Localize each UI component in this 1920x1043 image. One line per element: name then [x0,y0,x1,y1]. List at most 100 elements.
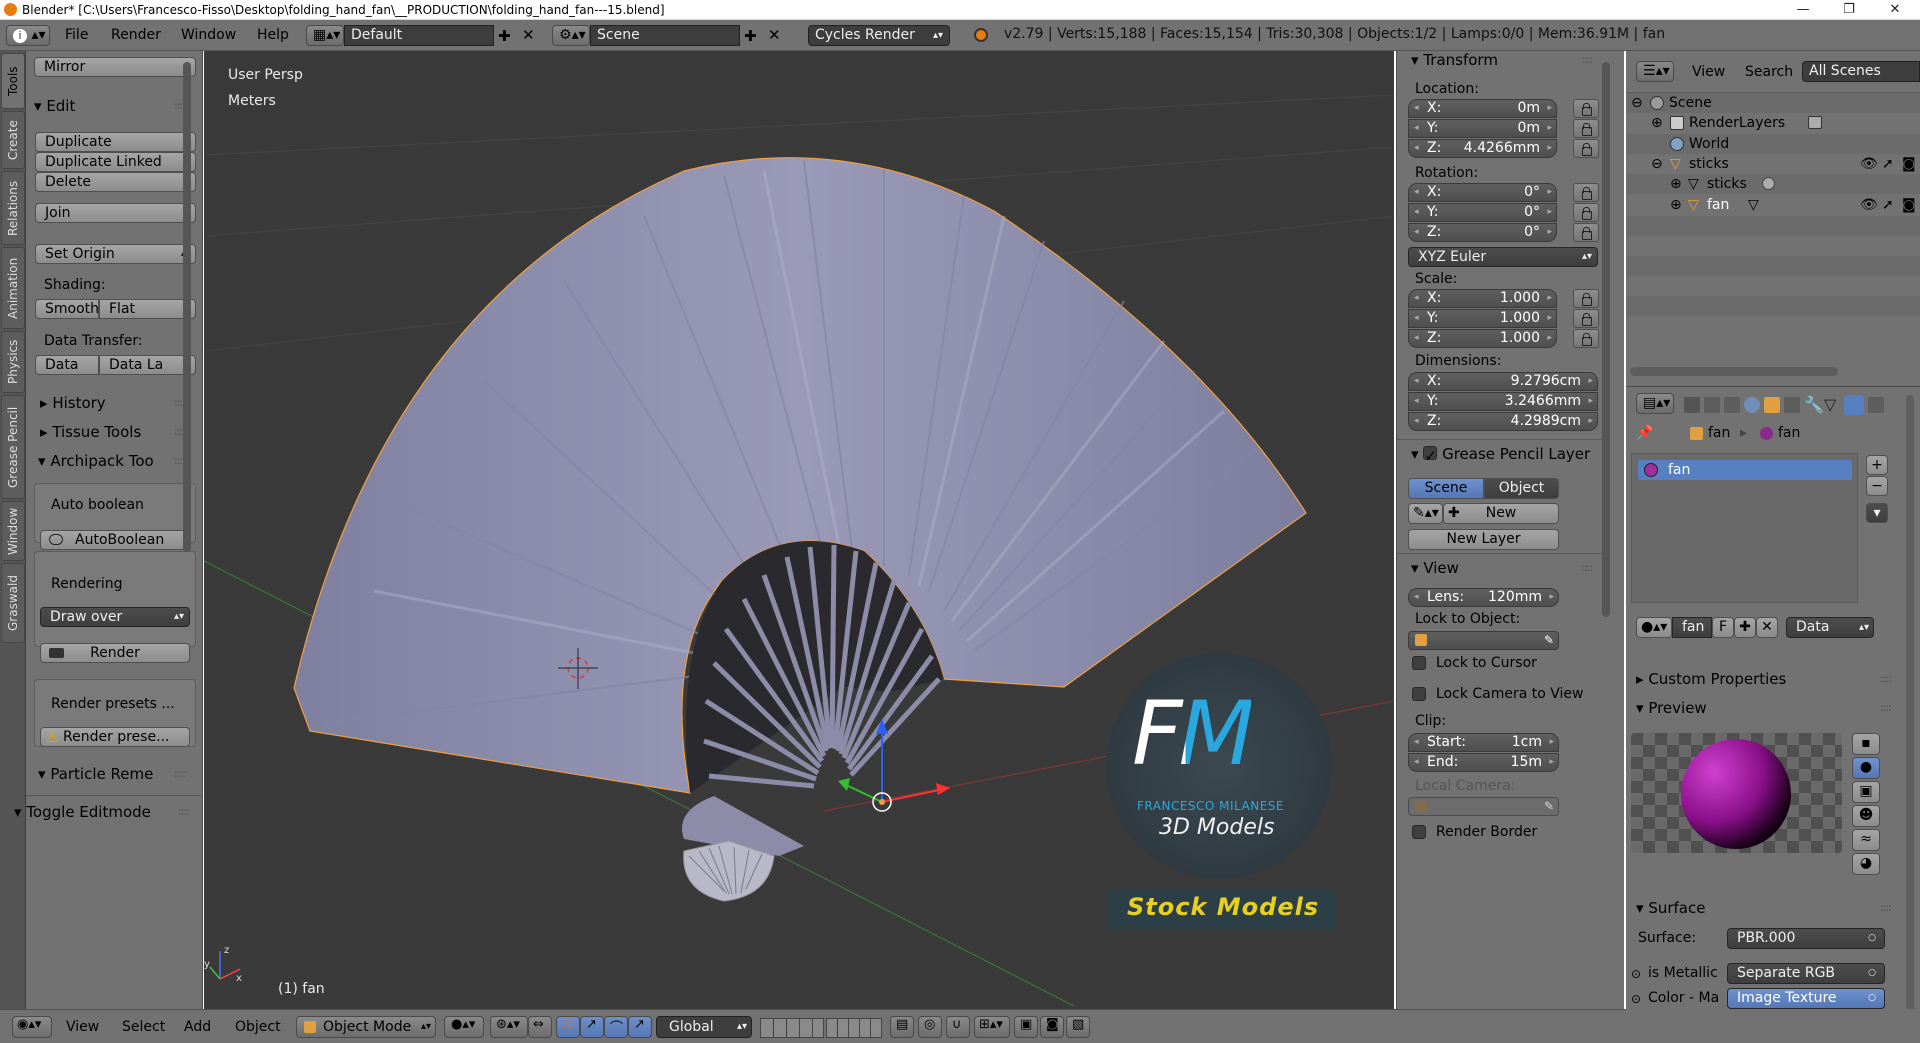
modifiers-tab-icon[interactable]: 🔧 [1804,395,1824,414]
tab-animation[interactable]: Animation [1,247,25,329]
render-tab-icon[interactable] [1684,397,1700,413]
lens-field[interactable]: ◂ Lens: 120mm ▸ [1408,588,1559,607]
outliner-row-fan[interactable]: ⊕ ▽ fan ▽ 👁 ➚ ◙ [1626,195,1920,215]
browse-material-button[interactable]: ●▴▾ [1636,617,1672,638]
preview-hair-button[interactable]: ≈ [1852,829,1880,851]
lock-icon[interactable] [1573,203,1599,222]
layer-buttons-group-1[interactable] [760,1018,824,1038]
viewport-shading-dropdown[interactable]: ●▴▾ [444,1016,484,1038]
panel-grip-icon[interactable]: :::: [1880,901,1892,914]
manipulator-toggle[interactable]: ⇔ [528,1016,552,1038]
transform-panel-header[interactable]: ▾ Transform [1411,51,1498,69]
archipack-panel-header[interactable]: ▾ Archipack Too [38,452,154,470]
remove-slot-button[interactable]: − [1866,476,1888,496]
renderable-camera-icon[interactable]: ◙ [1902,195,1916,215]
close-button[interactable]: ✕ [1872,0,1918,20]
gp-object-button[interactable]: Object [1484,478,1559,499]
panel-grip-icon[interactable]: :::: [178,805,190,818]
lock-icon[interactable] [1573,309,1599,328]
scale-z-field[interactable]: ◂ Z: 1.000 ▸ [1408,329,1557,348]
opengl-render-animation-button[interactable]: ◙ [1040,1016,1064,1038]
lock-icon[interactable] [1573,289,1599,308]
properties-scrollbar[interactable] [1906,395,1914,1035]
grease-pencil-checkbox[interactable]: ✓ [1423,446,1438,465]
gp-pencil-dropdown[interactable]: ✎▴▾ [1408,503,1443,524]
scale-x-field[interactable]: ◂ X: 1.000 ▸ [1408,289,1557,308]
visibility-eye-icon[interactable]: 👁 [1860,195,1878,215]
lock-icon[interactable] [1573,99,1599,118]
remove-scene-icon[interactable]: ✕ [768,26,781,44]
edit-panel-header[interactable]: ▾ Edit [34,97,75,115]
n-panel-scrollbar[interactable] [1602,62,1610,617]
outliner-h-scrollbar[interactable] [1630,367,1838,376]
tab-tools[interactable]: Tools [1,53,25,109]
smooth-shading-button[interactable]: Smooth [35,299,99,319]
menu-help[interactable]: Help [257,26,289,45]
maximize-button[interactable]: ❐ [1826,0,1872,20]
pivot-point-dropdown[interactable]: ⊛▴▾ [490,1016,528,1038]
snap-element-dropdown[interactable]: ⊞▴▾ [974,1016,1010,1038]
lock-icon[interactable] [1573,223,1599,242]
material-slot-fan[interactable]: fan [1638,460,1852,480]
unlink-material-button[interactable]: ✕ [1756,617,1778,638]
tab-graswald[interactable]: Graswald [1,563,25,643]
outliner-row-sticks-object[interactable]: ⊖ ▽ sticks 👁 ➚ ◙ [1626,154,1920,174]
socket-link-icon[interactable]: ⊙ [1631,992,1641,1006]
toolshelf-scrollbar[interactable] [183,62,191,552]
render-border-checkbox[interactable] [1412,825,1426,839]
preview-cube-button[interactable]: ▣ [1852,781,1880,803]
clip-end-field[interactable]: ◂ End: 15m ▸ [1408,753,1559,772]
menu-render[interactable]: Render [111,26,161,45]
outliner-menu-search[interactable]: Search [1745,63,1793,82]
data-tab-icon[interactable]: ▽ [1824,395,1836,414]
toggle-editmode-panel-header[interactable]: ▾ Toggle Editmode [14,803,151,821]
outliner-filter-dropdown[interactable]: All Scenes [1802,61,1920,82]
tab-window[interactable]: Window [1,501,25,561]
scale-y-field[interactable]: ◂ Y: 1.000 ▸ [1408,309,1557,328]
grease-pencil-panel-header[interactable]: ▾ ✓ Grease Pencil Layer [1411,445,1590,465]
outliner-row-renderlayers[interactable]: ⊕ RenderLayers [1626,113,1920,133]
rotate-manipulator-button[interactable]: ↗ [580,1016,604,1038]
surface-panel-header[interactable]: ▾ Surface [1636,899,1705,917]
rotation-y-field[interactable]: ◂ Y: 0° ▸ [1408,203,1557,222]
gp-new-button[interactable]: ✚ New [1443,503,1559,524]
render-layers-tab-icon[interactable] [1704,397,1720,413]
scale-manipulator-button[interactable]: ⌒ [604,1016,628,1038]
pin-icon[interactable]: 📌 [1636,425,1653,441]
render-engine-select[interactable]: Cycles Render ▴▾ [808,25,950,46]
mode-selector-dropdown[interactable]: Object Mode ▴▾ [296,1016,436,1038]
outliner-row-scene[interactable]: ⊖ Scene [1626,93,1920,113]
lock-icon[interactable] [1573,119,1599,138]
rotation-x-field[interactable]: ◂ X: 0° ▸ [1408,183,1557,202]
minimize-button[interactable]: — [1780,0,1826,20]
rotation-z-field[interactable]: ◂ Z: 0° ▸ [1408,223,1557,242]
history-panel-header[interactable]: ▸ History [40,394,106,412]
delete-button[interactable]: Delete [35,172,196,192]
menu-object[interactable]: Object [235,1019,281,1035]
tissue-tools-panel-header[interactable]: ▸ Tissue Tools [40,423,141,441]
preview-sphere-button[interactable]: ● [1852,757,1880,779]
add-layout-icon[interactable]: ✚ [498,27,511,45]
preview-panel-header[interactable]: ▾ Preview [1636,699,1707,717]
rotation-mode-dropdown[interactable]: XYZ Euler ▴▾ [1408,247,1598,267]
preview-sphere-sky-button[interactable]: ◕ [1852,853,1880,875]
opengl-render-image-button[interactable]: ▣ [1014,1016,1038,1038]
preview-monkey-button[interactable]: ☻ [1852,805,1880,827]
duplicate-linked-button[interactable]: Duplicate Linked [35,152,196,172]
menu-select[interactable]: Select [122,1019,165,1035]
is-metallic-input[interactable]: Separate RGB ○ [1727,963,1885,984]
selectable-cursor-icon[interactable]: ➚ [1882,154,1894,174]
world-tab-icon[interactable] [1744,397,1760,413]
clip-start-field[interactable]: ◂ Start: 1cm ▸ [1408,733,1559,752]
material-name-field[interactable]: fan [1672,617,1712,638]
add-slot-button[interactable]: + [1866,455,1888,475]
data-transfer-button[interactable]: Data [35,355,99,375]
menu-view[interactable]: View [66,1019,99,1035]
tab-create[interactable]: Create [1,111,25,169]
color-map-input[interactable]: Image Texture ○ [1727,988,1885,1009]
location-x-field[interactable]: ◂ X: 0m ▸ [1408,99,1557,118]
editor-type-3dview-button[interactable]: ◉▴▾ [12,1016,52,1038]
data-layers-button[interactable]: Data La [99,355,196,375]
autoboolean-button[interactable]: AutoBoolean [40,530,190,550]
panel-grip-icon[interactable]: :::: [1581,561,1593,574]
